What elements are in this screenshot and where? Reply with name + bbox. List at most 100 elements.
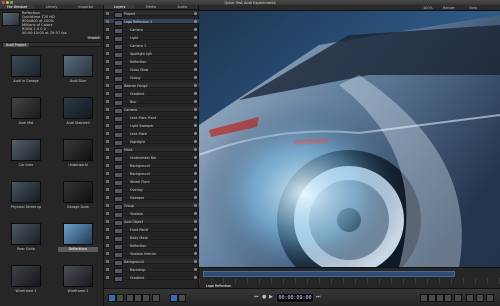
layer-enable-icon[interactable]	[194, 156, 197, 159]
layer-enable-icon[interactable]	[194, 268, 197, 271]
layer-enable-icon[interactable]	[194, 228, 197, 231]
layer-row[interactable]: Sweeper	[104, 195, 199, 202]
layer-visibility-checkbox[interactable]	[106, 148, 109, 151]
layer-row[interactable]: Gradient	[104, 91, 199, 98]
keyframe-editor-icon[interactable]	[476, 294, 484, 302]
timeline-clip[interactable]: Logo Reflection	[203, 271, 455, 288]
layer-row[interactable]: Front Panel	[104, 227, 199, 234]
layer-visibility-checkbox[interactable]	[106, 132, 109, 135]
layer-row[interactable]: Logo Reflection 2	[104, 19, 199, 26]
layer-row[interactable]: Beacon Fringe	[104, 83, 199, 90]
layer-row[interactable]: Reflection	[104, 243, 199, 250]
go-to-end-icon[interactable]: ⏭	[316, 293, 321, 301]
shape-tool-icon[interactable]	[134, 294, 142, 302]
thumbnail-item[interactable]: Audi Mid	[6, 97, 46, 126]
thumbnail-item[interactable]: Garage Dusk	[58, 181, 98, 210]
layer-enable-icon[interactable]	[194, 124, 197, 127]
layer-visibility-checkbox[interactable]	[106, 124, 109, 127]
camera-tool-icon[interactable]	[126, 294, 134, 302]
tab-file-browser[interactable]: File Browser	[0, 5, 35, 9]
layer-row[interactable]: Backdrop	[104, 267, 199, 274]
thumbnail-item[interactable]: Rear Grille	[6, 223, 46, 252]
tab-audio[interactable]: Audio	[167, 5, 198, 9]
layer-row[interactable]: Body Mask	[104, 235, 199, 242]
thumbnail-item[interactable]: Wireframe 1	[6, 265, 46, 294]
layer-enable-icon[interactable]	[194, 180, 197, 183]
layer-enable-icon[interactable]	[194, 108, 197, 111]
layer-visibility-checkbox[interactable]	[106, 252, 109, 255]
thumbnail-item[interactable]: Physical Street vp	[6, 181, 46, 210]
layer-row[interactable]: Light	[104, 35, 199, 42]
layer-enable-icon[interactable]	[194, 76, 197, 79]
tab-library[interactable]: Library	[34, 5, 68, 9]
layer-row[interactable]: Glossy	[104, 75, 199, 82]
layer-visibility-checkbox[interactable]	[106, 92, 109, 95]
layer-enable-icon[interactable]	[194, 84, 197, 87]
go-to-start-icon[interactable]: ⏮	[254, 293, 259, 301]
layer-enable-icon[interactable]	[194, 116, 197, 119]
layer-visibility-checkbox[interactable]	[106, 140, 109, 143]
thumbnail-item[interactable]: Audi in Garage	[6, 55, 46, 84]
zoom-level[interactable]: 100%	[423, 6, 433, 10]
layer-visibility-checkbox[interactable]	[106, 68, 109, 71]
layer-enable-icon[interactable]	[194, 204, 197, 207]
make-particles-icon[interactable]	[436, 294, 444, 302]
layer-row[interactable]: Highlight	[104, 139, 199, 146]
layer-visibility-checkbox[interactable]	[106, 260, 109, 263]
canvas-viewer[interactable]	[199, 5, 500, 267]
layer-visibility-checkbox[interactable]	[106, 44, 109, 47]
layer-enable-icon[interactable]	[194, 212, 197, 215]
layer-enable-icon[interactable]	[194, 100, 197, 103]
layer-visibility-checkbox[interactable]	[106, 276, 109, 279]
play-icon[interactable]: ▶	[269, 293, 274, 301]
layer-visibility-checkbox[interactable]	[106, 108, 109, 111]
layer-enable-icon[interactable]	[194, 20, 197, 23]
layer-visibility-checkbox[interactable]	[106, 196, 109, 199]
layer-visibility-checkbox[interactable]	[106, 60, 109, 63]
layer-enable-icon[interactable]	[194, 260, 197, 263]
layer-row[interactable]: Background	[104, 171, 199, 178]
breadcrumb-item[interactable]: Audi Project	[3, 43, 30, 47]
view-menu[interactable]: View	[469, 6, 477, 10]
layer-visibility-checkbox[interactable]	[106, 84, 109, 87]
layer-row[interactable]: Project	[104, 11, 199, 18]
layer-visibility-checkbox[interactable]	[106, 244, 109, 247]
thumbnail-item[interactable]: Reflections	[58, 223, 98, 252]
layer-enable-icon[interactable]	[194, 276, 197, 279]
layer-visibility-checkbox[interactable]	[106, 100, 109, 103]
layer-row[interactable]: Overlay	[104, 187, 199, 194]
layer-row[interactable]: Group	[104, 203, 199, 210]
mask-tool-icon[interactable]	[152, 294, 160, 302]
thumbnail-item[interactable]: Audi Stairwell	[58, 97, 98, 126]
layer-row[interactable]: Shadow Interior	[104, 251, 199, 258]
layer-row[interactable]: Camera 1	[104, 43, 199, 50]
layer-visibility-checkbox[interactable]	[106, 204, 109, 207]
layer-row[interactable]: Spotlight Lyft	[104, 51, 199, 58]
layer-visibility-checkbox[interactable]	[106, 76, 109, 79]
layer-row[interactable]: Background	[104, 259, 199, 266]
layer-visibility-checkbox[interactable]	[106, 220, 109, 223]
layer-enable-icon[interactable]	[194, 164, 197, 167]
hud-icon[interactable]	[454, 294, 462, 302]
text-tool-icon[interactable]	[142, 294, 150, 302]
layer-visibility-checkbox[interactable]	[106, 36, 109, 39]
layer-visibility-checkbox[interactable]	[106, 212, 109, 215]
layer-row[interactable]: Light Sweeper	[104, 123, 199, 130]
layer-enable-icon[interactable]	[194, 28, 197, 31]
layer-row[interactable]: Shadow	[104, 211, 199, 218]
thumbnail-item[interactable]: Underworld	[58, 139, 98, 168]
layer-enable-icon[interactable]	[194, 236, 197, 239]
layer-enable-icon[interactable]	[194, 132, 197, 135]
render-menu[interactable]: Render	[443, 6, 455, 10]
timeline-toggle-icon[interactable]	[466, 294, 474, 302]
layer-row[interactable]: Gradient	[104, 275, 199, 282]
layer-visibility-checkbox[interactable]	[106, 28, 109, 31]
loop-icon[interactable]	[178, 294, 186, 302]
layer-visibility-checkbox[interactable]	[106, 156, 109, 159]
tab-layers[interactable]: Layers	[104, 5, 136, 9]
layer-enable-icon[interactable]	[194, 52, 197, 55]
layer-visibility-checkbox[interactable]	[106, 188, 109, 191]
layer-visibility-checkbox[interactable]	[106, 268, 109, 271]
layer-visibility-checkbox[interactable]	[106, 116, 109, 119]
layer-enable-icon[interactable]	[194, 244, 197, 247]
